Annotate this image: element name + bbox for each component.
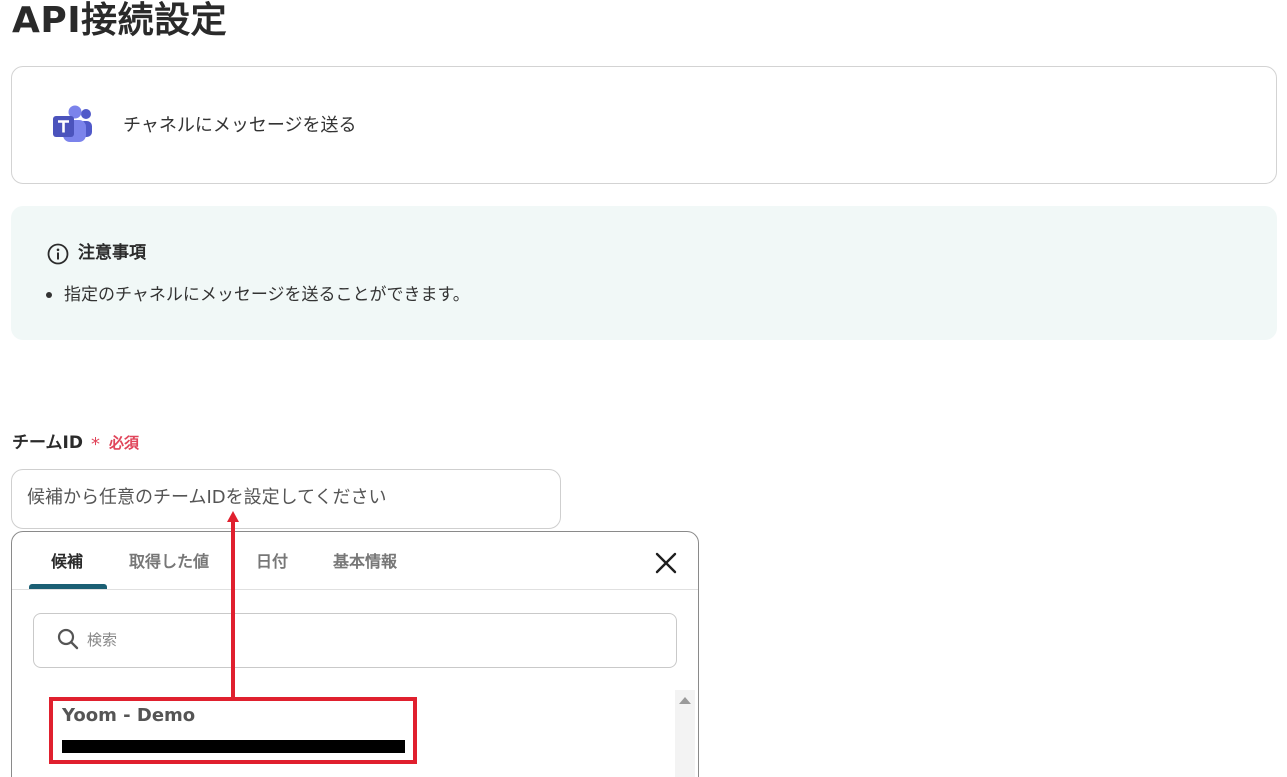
tab-candidates[interactable]: 候補	[51, 552, 83, 572]
notice-panel	[11, 206, 1277, 340]
team-id-placeholder: 候補から任意のチームIDを設定してください	[27, 487, 387, 508]
action-label: チャネルにメッセージを送る	[123, 115, 357, 136]
annotation-arrow-head	[227, 511, 239, 522]
tab-divider	[12, 589, 698, 590]
scroll-up-icon[interactable]	[679, 697, 691, 704]
page-title: API接続設定	[12, 0, 228, 41]
search-input[interactable]	[33, 613, 677, 668]
required-star: *	[91, 434, 100, 455]
notice-bullet	[46, 292, 52, 298]
annotation-highlight-box	[49, 697, 417, 764]
microsoft-teams-icon	[53, 105, 92, 142]
tab-basic-info[interactable]: 基本情報	[333, 552, 397, 572]
search-icon	[57, 628, 79, 650]
required-badge: 必須	[109, 434, 140, 452]
search-placeholder: 検索	[87, 631, 118, 649]
close-icon[interactable]	[653, 550, 679, 576]
info-icon	[47, 243, 69, 265]
notice-title: 注意事項	[78, 243, 146, 263]
field-label: チームID	[12, 433, 83, 453]
tab-date[interactable]: 日付	[256, 552, 288, 572]
tab-acquired-values[interactable]: 取得した値	[129, 552, 209, 572]
annotation-arrow-line	[231, 520, 235, 700]
notice-item: 指定のチャネルにメッセージを送ることができます。	[64, 285, 470, 305]
